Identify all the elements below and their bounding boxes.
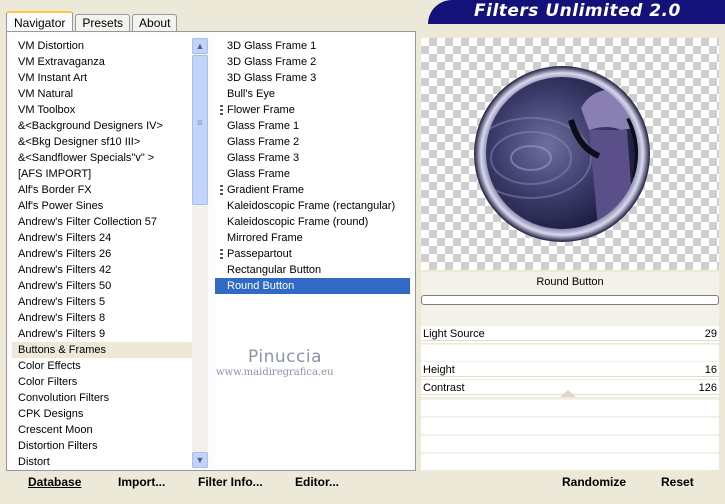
import-button[interactable]: Import... bbox=[118, 474, 165, 490]
category-item[interactable]: Convolution Filters bbox=[12, 390, 192, 406]
scroll-up-arrow-icon[interactable]: ▲ bbox=[192, 38, 208, 54]
category-item[interactable]: &<Background Designers IV> bbox=[12, 118, 192, 134]
category-item[interactable]: &<Sandflower Specials"v" > bbox=[12, 150, 192, 166]
filter-info-button[interactable]: Filter Info... bbox=[198, 474, 263, 490]
filter-info-label: Filter Info... bbox=[198, 475, 263, 489]
slider-track[interactable] bbox=[421, 376, 719, 377]
filter-list[interactable]: 3D Glass Frame 1 3D Glass Frame 2 3D Glass… bbox=[215, 38, 410, 468]
category-item[interactable]: Andrew's Filters 24 bbox=[12, 230, 192, 246]
database-button[interactable]: Database bbox=[28, 474, 81, 490]
category-item[interactable]: Color Filters bbox=[12, 374, 192, 390]
category-item[interactable]: Andrew's Filters 8 bbox=[12, 310, 192, 326]
tab-about[interactable]: About bbox=[132, 14, 178, 32]
param-label: Height bbox=[423, 364, 455, 376]
filter-item[interactable]: Glass Frame 1 bbox=[215, 118, 410, 134]
slider-light-source[interactable]: Light Source 29 bbox=[421, 326, 719, 344]
scroll-down-arrow-icon[interactable]: ▼ bbox=[192, 452, 208, 468]
slider-thumb[interactable] bbox=[560, 390, 576, 397]
category-item[interactable]: Andrew's Filters 9 bbox=[12, 326, 192, 342]
category-scrollbar[interactable]: ▲ ▼ bbox=[192, 38, 208, 468]
category-item[interactable]: Andrew's Filters 5 bbox=[12, 294, 192, 310]
filter-item[interactable]: Kaleidoscopic Frame (rectangular) bbox=[215, 198, 410, 214]
reset-button[interactable]: Reset bbox=[661, 474, 694, 490]
category-item[interactable]: Distortion Filters bbox=[12, 438, 192, 454]
param-label: Light Source bbox=[423, 328, 485, 340]
preview-image bbox=[474, 66, 650, 242]
filter-item[interactable]: Round Button bbox=[215, 278, 410, 294]
filter-item[interactable]: Glass Frame bbox=[215, 166, 410, 182]
category-item[interactable]: VM Instant Art bbox=[12, 70, 192, 86]
param-value: 16 bbox=[704, 364, 717, 376]
preview-area bbox=[421, 38, 719, 270]
filter-item[interactable]: Rectangular Button bbox=[215, 262, 410, 278]
param-value: 29 bbox=[704, 328, 717, 340]
category-item[interactable]: VM Toolbox bbox=[12, 102, 192, 118]
category-item[interactable]: &<Bkg Designer sf10 III> bbox=[12, 134, 192, 150]
category-list[interactable]: VM Distortion VM Extravaganza VM Instant A… bbox=[12, 38, 192, 468]
editor-label: Editor... bbox=[295, 475, 340, 489]
tab-presets[interactable]: Presets bbox=[75, 14, 131, 32]
category-item[interactable]: Andrew's Filters 50 bbox=[12, 278, 192, 294]
filter-item[interactable]: 3D Glass Frame 3 bbox=[215, 70, 410, 86]
randomize-button[interactable]: Randomize bbox=[562, 474, 626, 490]
filter-item[interactable]: Gradient Frame bbox=[215, 182, 410, 198]
category-item[interactable]: Buttons & Frames bbox=[12, 342, 192, 358]
progress-bar bbox=[421, 295, 719, 305]
category-item[interactable]: VM Extravaganza bbox=[12, 54, 192, 70]
param-label: Contrast bbox=[423, 382, 465, 394]
filter-item[interactable]: Glass Frame 3 bbox=[215, 150, 410, 166]
database-label: Database bbox=[28, 475, 82, 489]
editor-button[interactable]: Editor... bbox=[295, 474, 339, 490]
import-label: Import... bbox=[118, 475, 166, 489]
slider-track[interactable] bbox=[421, 340, 719, 341]
param-slot-empty bbox=[421, 400, 719, 416]
category-item[interactable]: Crescent Moon bbox=[12, 422, 192, 438]
filter-item[interactable]: Mirrored Frame bbox=[215, 230, 410, 246]
category-item[interactable]: Color Effects bbox=[12, 358, 192, 374]
selected-filter-title: Round Button bbox=[536, 276, 604, 288]
scrollbar-thumb[interactable] bbox=[192, 55, 208, 205]
category-item[interactable]: Andrew's Filters 26 bbox=[12, 246, 192, 262]
param-slot-empty bbox=[421, 436, 719, 452]
reset-label: Reset bbox=[661, 475, 694, 489]
category-item[interactable]: Alf's Power Sines bbox=[12, 198, 192, 214]
filter-item[interactable]: 3D Glass Frame 2 bbox=[215, 54, 410, 70]
category-item[interactable]: VM Distortion bbox=[12, 38, 192, 54]
category-item[interactable]: Alf's Border FX bbox=[12, 182, 192, 198]
param-value: 126 bbox=[698, 382, 717, 394]
category-item[interactable]: Distort bbox=[12, 454, 192, 470]
slider-height[interactable]: Height 16 bbox=[421, 362, 719, 380]
category-item[interactable]: Andrew's Filters 42 bbox=[12, 262, 192, 278]
watermark-name: Pinuccia bbox=[248, 347, 322, 367]
app-title: Filters Unlimited 2.0 bbox=[474, 1, 681, 21]
filter-item[interactable]: Bull's Eye bbox=[215, 86, 410, 102]
watermark-url: www.maidiregrafica.eu bbox=[216, 367, 334, 378]
randomize-label: Randomize bbox=[562, 475, 627, 489]
filter-item[interactable]: Passepartout bbox=[215, 246, 410, 262]
tab-bar: Navigator Presets About bbox=[6, 10, 179, 32]
category-item[interactable]: VM Natural bbox=[12, 86, 192, 102]
filter-item[interactable]: 3D Glass Frame 1 bbox=[215, 38, 410, 54]
tab-navigator[interactable]: Navigator bbox=[6, 11, 74, 32]
param-slot-empty bbox=[421, 418, 719, 434]
category-item[interactable]: CPK Designs bbox=[12, 406, 192, 422]
param-slot-empty bbox=[421, 345, 719, 361]
filter-item[interactable]: Kaleidoscopic Frame (round) bbox=[215, 214, 410, 230]
param-slot-empty bbox=[421, 454, 719, 470]
filter-item[interactable]: Flower Frame bbox=[215, 102, 410, 118]
category-item[interactable]: [AFS IMPORT] bbox=[12, 166, 192, 182]
category-item[interactable]: Andrew's Filter Collection 57 bbox=[12, 214, 192, 230]
filter-item[interactable]: Glass Frame 2 bbox=[215, 134, 410, 150]
